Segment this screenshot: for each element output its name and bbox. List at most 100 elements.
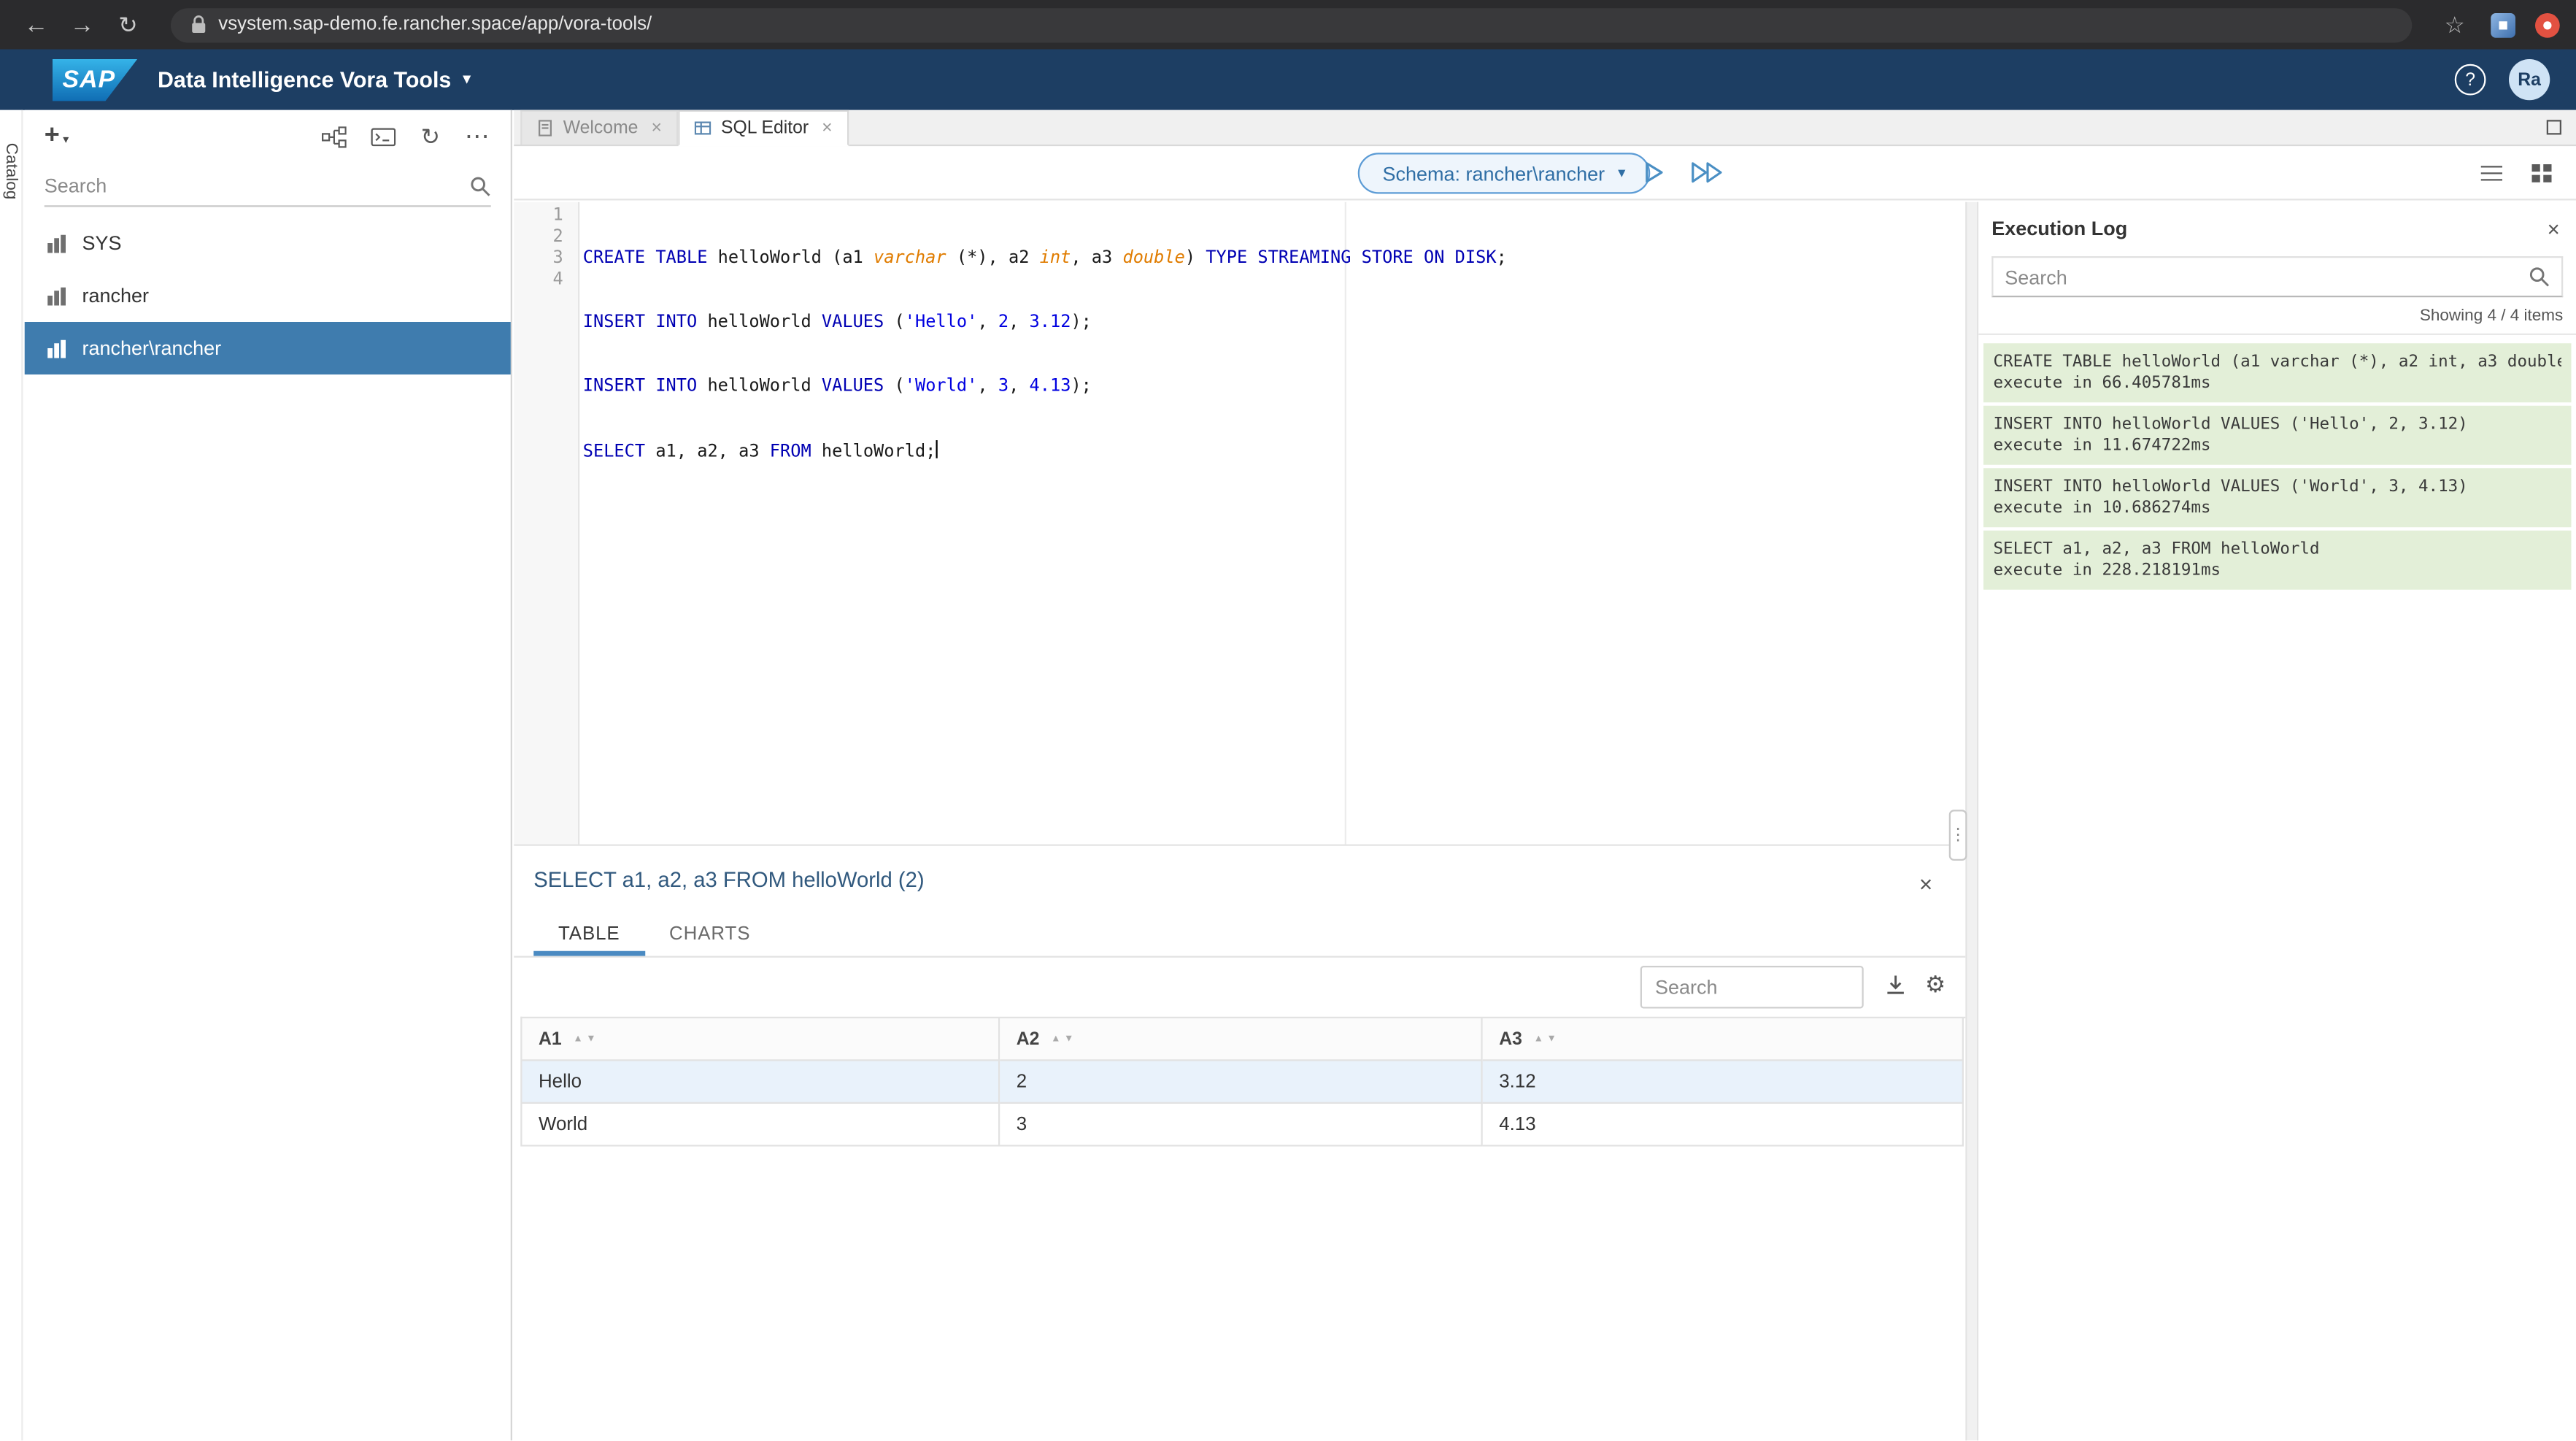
line-number: 1 [514, 205, 578, 226]
refresh-icon[interactable]: ↻ [421, 123, 440, 150]
catalog-rail: Catalog [0, 110, 23, 1441]
terminal-icon[interactable] [371, 127, 396, 145]
log-time: execute in 228.218191ms [1994, 560, 2562, 581]
sap-logo-text: SAP [63, 66, 116, 93]
log-entries: CREATE TABLE helloWorld (a1 varchar (*),… [1978, 335, 2576, 590]
log-entry[interactable]: INSERT INTO helloWorld VALUES ('Hello', … [1983, 406, 2572, 465]
code-line: INSERT INTO helloWorld VALUES ('Hello', … [583, 312, 1966, 334]
hierarchy-icon[interactable] [323, 126, 347, 147]
url-text: vsystem.sap-demo.fe.rancher.space/app/vo… [218, 15, 652, 34]
catalog-rail-tab[interactable]: Catalog [1, 143, 20, 200]
results-table: A1 ▲▼ A2 ▲▼ A3 ▲▼ [520, 1017, 1965, 1147]
tab-sql-editor[interactable]: SQL Editor × [678, 110, 849, 147]
log-entry[interactable]: CREATE TABLE helloWorld (a1 varchar (*),… [1983, 343, 2572, 402]
forward-icon[interactable]: → [63, 11, 102, 39]
tab-welcome[interactable]: Welcome × [520, 110, 678, 145]
extensions-icon[interactable] [2491, 12, 2515, 37]
code-line: INSERT INTO helloWorld VALUES ('World', … [583, 376, 1966, 397]
close-icon[interactable]: × [2548, 216, 2560, 241]
user-avatar[interactable]: Ra [2509, 59, 2550, 100]
run-button[interactable] [1640, 159, 1667, 193]
tree-item-rancher-rancher[interactable]: rancher\rancher [25, 322, 511, 374]
results-title: SELECT a1, a2, a3 FROM helloWorld (2) [514, 846, 1965, 892]
schema-selector[interactable]: Schema: rancher\rancher ▾ [1358, 153, 1650, 193]
log-time: execute in 11.674722ms [1994, 435, 2562, 456]
app-title: Data Intelligence Vora Tools [158, 67, 451, 92]
log-sql: CREATE TABLE helloWorld (a1 varchar (*),… [1994, 352, 2562, 373]
line-number: 3 [514, 248, 578, 269]
tree-item-label: rancher\rancher [82, 337, 222, 360]
url-bar[interactable]: vsystem.sap-demo.fe.rancher.space/app/vo… [171, 7, 2412, 42]
cell: World [522, 1104, 1000, 1147]
chevron-down-icon: ▾ [463, 71, 471, 89]
workarea: 1 2 3 4 CREATE TABLE helloWorld (a1 varc… [514, 202, 2576, 1441]
cell: 2 [1000, 1061, 1483, 1104]
grid-layout-icon[interactable] [2530, 163, 2553, 193]
catalog-toolbar: + ▾ ↻ ⋯ [25, 110, 511, 160]
code-line: SELECT a1, a2, a3 FROM helloWorld; [583, 440, 1966, 464]
browser-profile-icon[interactable] [2535, 12, 2560, 37]
table-row[interactable]: World 3 4.13 [522, 1104, 1966, 1147]
close-icon[interactable]: × [651, 118, 661, 138]
column-header-a3[interactable]: A3 ▲ ▼ [1483, 1018, 1964, 1061]
sort-desc-icon[interactable]: ▼ [1547, 1034, 1557, 1044]
log-time: execute in 10.686274ms [1994, 498, 2562, 519]
panel-resize-handle[interactable]: ⋮ [1949, 810, 1967, 861]
log-sql: SELECT a1, a2, a3 FROM helloWorld [1994, 539, 2562, 560]
close-icon[interactable]: × [822, 118, 832, 138]
more-icon[interactable]: ⋯ [465, 122, 491, 152]
create-button[interactable]: + ▾ [45, 123, 69, 150]
sort-asc-icon[interactable]: ▲ [1534, 1034, 1543, 1044]
log-entry[interactable]: INSERT INTO helloWorld VALUES ('World', … [1983, 468, 2572, 527]
search-icon[interactable] [2529, 266, 2550, 288]
close-icon[interactable]: × [1919, 871, 1932, 897]
sql-editor[interactable]: 1 2 3 4 CREATE TABLE helloWorld (a1 varc… [514, 202, 1965, 845]
reload-icon[interactable]: ↻ [109, 11, 148, 39]
catalog-search [45, 166, 491, 207]
line-numbers: 1 2 3 4 [514, 202, 579, 845]
table-icon [46, 285, 67, 306]
sort-asc-icon[interactable]: ▲ [573, 1034, 582, 1044]
code-area[interactable]: CREATE TABLE helloWorld (a1 varchar (*),… [582, 202, 1966, 845]
list-layout-icon[interactable] [2480, 163, 2504, 193]
column-header-a1[interactable]: A1 ▲▼ [522, 1018, 1000, 1061]
cell: Hello [522, 1061, 1000, 1104]
splitter[interactable] [1965, 202, 1978, 1441]
sort-desc-icon[interactable]: ▼ [586, 1034, 595, 1044]
sort-desc-icon[interactable]: ▼ [1064, 1034, 1073, 1044]
tree-item-label: rancher [82, 284, 150, 307]
log-entry[interactable]: SELECT a1, a2, a3 FROM helloWorld execut… [1983, 531, 2572, 590]
catalog-search-input[interactable] [45, 174, 470, 198]
back-icon[interactable]: ← [17, 11, 56, 39]
download-icon[interactable] [1885, 974, 1906, 1004]
shell-header: SAP Data Intelligence Vora Tools ▾ ? Ra [0, 50, 2576, 110]
content-area: Welcome × SQL Editor × Schema: rancher\r… [514, 110, 2576, 1441]
tab-label: Welcome [563, 118, 639, 138]
log-search-input[interactable] [2005, 265, 2529, 288]
sap-logo: SAP [53, 58, 138, 101]
column-header-a2[interactable]: A2 ▲▼ [1000, 1018, 1483, 1061]
table-row[interactable]: Hello 2 3.12 [522, 1061, 1966, 1104]
maximize-icon[interactable] [2545, 118, 2564, 137]
table-icon [46, 232, 67, 253]
app-title-menu[interactable]: Data Intelligence Vora Tools ▾ [158, 67, 471, 92]
results-search-input[interactable] [1640, 966, 1864, 1009]
tab-table[interactable]: TABLE [533, 912, 644, 956]
play-all-icon [1689, 159, 1726, 185]
run-all-button[interactable] [1689, 159, 1726, 193]
results-toolbar: ⚙ [514, 958, 1965, 1017]
chevron-down-icon: ▾ [1618, 164, 1625, 182]
settings-gear-icon[interactable]: ⚙ [1925, 971, 1946, 999]
code-line: CREATE TABLE helloWorld (a1 varchar (*),… [583, 248, 1966, 269]
bookmark-star-icon[interactable]: ☆ [2435, 11, 2475, 39]
execution-log-panel: Execution Log × Showing 4 / 4 items CREA… [1978, 202, 2576, 1441]
log-sql: INSERT INTO helloWorld VALUES ('World', … [1994, 477, 2562, 498]
sort-asc-icon[interactable]: ▲ [1051, 1034, 1060, 1044]
help-icon[interactable]: ? [2455, 64, 2486, 96]
column-label: A3 [1499, 1029, 1522, 1049]
tree-item-rancher[interactable]: rancher [25, 269, 511, 322]
results-tabs: TABLE CHARTS [514, 912, 1965, 958]
tree-item-sys[interactable]: SYS [25, 217, 511, 269]
search-icon[interactable] [470, 175, 491, 196]
tab-charts[interactable]: CHARTS [644, 912, 775, 956]
